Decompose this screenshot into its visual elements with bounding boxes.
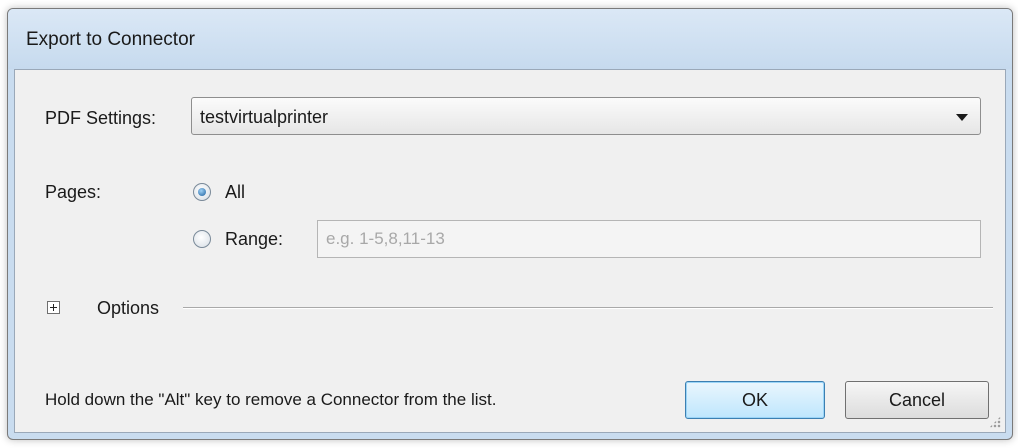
pages-all-label[interactable]: All <box>225 182 245 203</box>
dialog-body: PDF Settings: testvirtualprinter Pages: … <box>14 69 1006 433</box>
pages-label: Pages: <box>45 182 102 202</box>
options-toggle[interactable]: Options <box>97 298 159 319</box>
title-bar[interactable]: Export to Connector <box>8 9 1012 69</box>
pages-range-radio[interactable] <box>193 230 211 248</box>
resize-grip-icon[interactable] <box>989 416 1001 428</box>
options-divider <box>183 307 993 309</box>
export-dialog: Export to Connector PDF Settings: testvi… <box>7 8 1013 440</box>
page-range-input[interactable] <box>317 220 981 258</box>
pdf-settings-dropdown[interactable]: testvirtualprinter <box>191 97 981 135</box>
dialog-title: Export to Connector <box>26 29 195 50</box>
cancel-button[interactable]: Cancel <box>845 381 989 419</box>
pdf-settings-label: PDF Settings: <box>45 108 157 128</box>
expand-plus-icon[interactable] <box>47 301 60 314</box>
chevron-down-icon <box>956 114 968 121</box>
ok-button[interactable]: OK <box>685 381 825 419</box>
pages-all-radio[interactable] <box>193 183 211 201</box>
pdf-settings-value: testvirtualprinter <box>200 107 329 127</box>
alt-key-hint: Hold down the "Alt" key to remove a Conn… <box>45 390 497 409</box>
pages-range-label[interactable]: Range: <box>225 229 283 250</box>
